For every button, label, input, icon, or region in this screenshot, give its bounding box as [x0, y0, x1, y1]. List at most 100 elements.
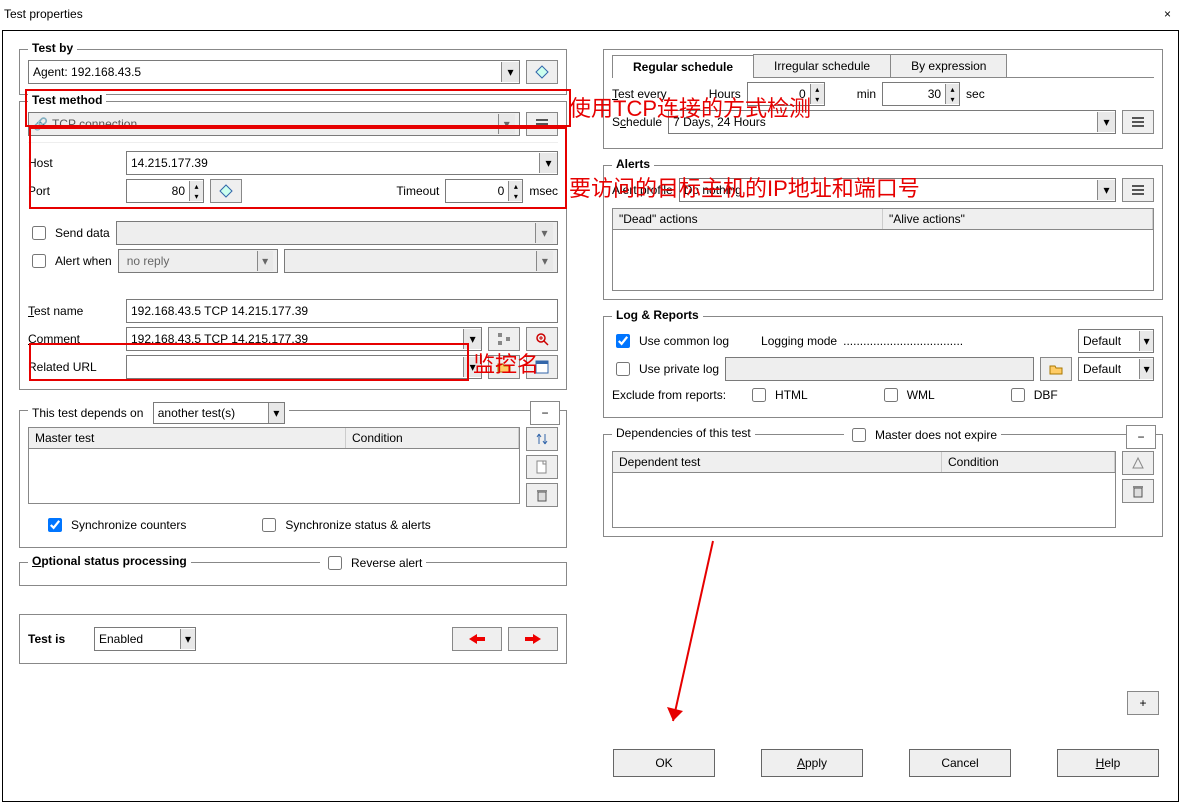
depends-mode-input[interactable]	[154, 404, 268, 422]
zoom-button[interactable]	[526, 327, 558, 351]
html-checkbox[interactable]	[752, 388, 766, 402]
host-label: Host	[28, 156, 120, 170]
delete-button[interactable]	[1122, 479, 1154, 503]
chevron-down-icon[interactable]: ▾	[463, 357, 481, 377]
config-button[interactable]	[526, 112, 558, 136]
comment-combo[interactable]: ▾	[126, 327, 482, 351]
action-button[interactable]	[1122, 451, 1154, 475]
comment-label: Comment	[28, 332, 120, 346]
host-combo[interactable]: ▾	[126, 151, 558, 175]
down-icon[interactable]: ▾	[508, 191, 522, 201]
tab-regular[interactable]: Regular schedule	[612, 55, 754, 78]
relatedurl-input[interactable]	[127, 357, 463, 377]
log-title: Log & Reports	[612, 308, 703, 322]
new-button[interactable]	[526, 455, 558, 479]
chevron-down-icon[interactable]: ▾	[539, 153, 557, 173]
tree-button[interactable]	[488, 327, 520, 351]
testmethod-combo: 🔗 ▾	[28, 112, 520, 136]
min-input[interactable]	[883, 84, 945, 104]
hours-label: Hours	[709, 87, 741, 101]
schedule-label: Schedule	[612, 115, 662, 129]
diamond-button[interactable]	[210, 179, 242, 203]
schedule-combo[interactable]: ▾	[668, 110, 1116, 134]
collapse-button[interactable]: −	[530, 401, 560, 425]
chevron-down-icon: ▾	[535, 223, 553, 243]
browser-button[interactable]	[526, 355, 558, 379]
host-input[interactable]	[127, 153, 539, 173]
port-spin[interactable]: ▴▾	[126, 179, 204, 203]
agent-combo[interactable]: ▾	[28, 60, 520, 84]
dep-header: Dependent test	[613, 452, 942, 472]
alertprofile-label: Alert profile	[612, 183, 673, 197]
open-folder-button[interactable]	[1040, 357, 1072, 381]
up-icon[interactable]: ▴	[189, 181, 203, 191]
apply-button[interactable]: Apply	[761, 749, 863, 777]
collapse-button[interactable]: −	[1126, 425, 1156, 449]
dbf-checkbox[interactable]	[1011, 388, 1025, 402]
sync-counters-checkbox[interactable]	[48, 518, 62, 532]
useprivate-label: Use private log	[639, 362, 719, 376]
chevron-down-icon[interactable]: ▾	[463, 329, 481, 349]
depends-title: This test depends on ▾	[28, 402, 289, 424]
expand-button[interactable]: +	[1127, 691, 1159, 715]
dep-list[interactable]	[612, 473, 1116, 528]
chevron-down-icon[interactable]: ▾	[501, 62, 519, 82]
loggingmode1-combo[interactable]: ▾	[1078, 329, 1154, 353]
alert-config-button[interactable]	[1122, 178, 1154, 202]
testname-input[interactable]	[126, 299, 558, 323]
testname-label: Test name	[28, 304, 120, 318]
depends-mode-combo[interactable]: ▾	[153, 402, 285, 424]
senddata-checkbox[interactable]	[32, 226, 46, 240]
exclude-label: Exclude from reports:	[612, 388, 726, 402]
senddata-combo: ▾	[116, 221, 558, 245]
port-input[interactable]	[127, 181, 189, 201]
relatedurl-combo[interactable]: ▾	[126, 355, 482, 379]
comment-input[interactable]	[127, 329, 463, 349]
help-button[interactable]: Help	[1057, 749, 1159, 777]
schedule-config-button[interactable]	[1122, 110, 1154, 134]
next-button[interactable]	[508, 627, 558, 651]
close-icon[interactable]: ×	[1158, 7, 1177, 21]
tab-irregular[interactable]: Irregular schedule	[753, 54, 891, 77]
sync-status-label: Synchronize status & alerts	[285, 518, 430, 532]
sort-button[interactable]	[526, 427, 558, 451]
up-icon[interactable]: ▴	[508, 181, 522, 191]
alertprofile-input[interactable]	[680, 180, 1097, 200]
chevron-down-icon[interactable]: ▾	[268, 403, 284, 423]
chevron-down-icon[interactable]: ▾	[1097, 112, 1115, 132]
chevron-down-icon[interactable]: ▾	[180, 629, 195, 649]
down-icon[interactable]: ▾	[189, 191, 203, 201]
senddata-label: Send data	[55, 226, 110, 240]
testis-combo[interactable]: ▾	[94, 627, 196, 651]
ok-button[interactable]: OK	[613, 749, 715, 777]
master-list[interactable]	[28, 449, 520, 504]
delete-button[interactable]	[526, 483, 558, 507]
timeout-spin[interactable]: ▴▾	[445, 179, 523, 203]
loggingmode2-combo[interactable]: ▾	[1078, 357, 1154, 381]
reverse-alert-checkbox[interactable]	[328, 556, 342, 570]
min-spin[interactable]: ▴▾	[882, 82, 960, 106]
testby-title: Test by	[28, 41, 77, 55]
usecommon-checkbox[interactable]	[616, 334, 630, 348]
sync-status-checkbox[interactable]	[262, 518, 276, 532]
alertprofile-combo[interactable]: ▾	[679, 178, 1116, 202]
schedule-input[interactable]	[669, 112, 1097, 132]
tab-expression[interactable]: By expression	[890, 54, 1007, 77]
prev-button[interactable]	[452, 627, 502, 651]
hours-input[interactable]	[748, 84, 810, 104]
folder-button[interactable]	[488, 355, 520, 379]
alertwhen-value-input	[289, 251, 536, 271]
dots: ....................................	[843, 334, 1072, 348]
testis-input[interactable]	[95, 629, 180, 649]
alerts-list[interactable]	[612, 230, 1154, 291]
chevron-down-icon[interactable]: ▾	[1097, 180, 1115, 200]
diamond-button[interactable]	[526, 60, 558, 84]
masterexpire-checkbox[interactable]	[852, 428, 866, 442]
agent-input[interactable]	[29, 62, 501, 82]
wml-checkbox[interactable]	[884, 388, 898, 402]
alertwhen-checkbox[interactable]	[32, 254, 46, 268]
useprivate-checkbox[interactable]	[616, 362, 630, 376]
cancel-button[interactable]: Cancel	[909, 749, 1011, 777]
hours-spin[interactable]: ▴▾	[747, 82, 825, 106]
timeout-input[interactable]	[446, 181, 508, 201]
